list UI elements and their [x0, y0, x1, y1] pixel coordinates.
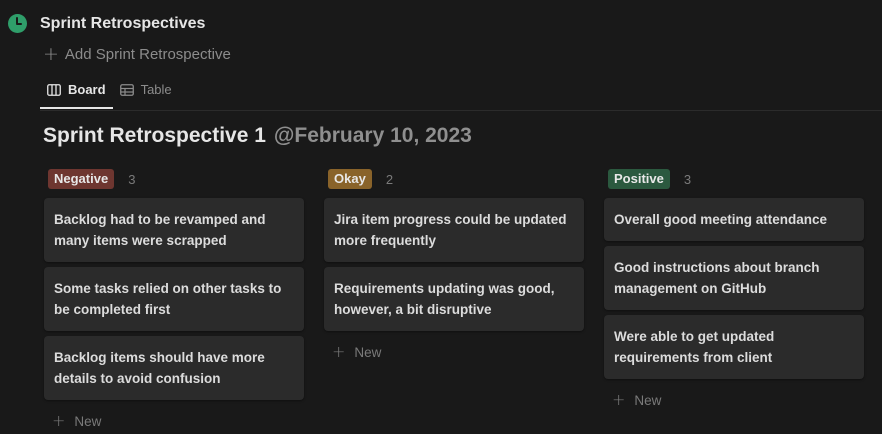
new-card-label: New [74, 413, 102, 429]
new-card-button[interactable]: + New [324, 336, 584, 368]
tabs-divider [40, 110, 882, 111]
plus-icon: + [52, 411, 66, 430]
column-header: Okay 2 [324, 168, 584, 190]
board-column-okay: Okay 2 Jira item progress could be updat… [324, 168, 584, 368]
card-count: 3 [683, 171, 692, 187]
board-card[interactable]: Backlog items should have more details t… [44, 336, 304, 400]
group-title: Sprint Retrospective 1 @February 10, 2023 [43, 124, 472, 148]
tab-board-label: Board [68, 82, 106, 97]
group-date[interactable]: @February 10, 2023 [274, 124, 472, 147]
board-column-positive: Positive 3 Overall good meeting attendan… [604, 168, 864, 416]
board-card[interactable]: Jira item progress could be updated more… [324, 198, 584, 262]
sprint-retrospectives-page: Sprint Retrospectives + Add Sprint Retro… [0, 0, 882, 434]
column-header: Positive 3 [604, 168, 864, 190]
board-icon [47, 83, 61, 96]
board-card[interactable]: Requirements updating was good, however,… [324, 267, 584, 331]
database-title[interactable]: Sprint Retrospectives [40, 15, 205, 33]
tab-table[interactable]: Table [113, 76, 179, 105]
status-tag[interactable]: Okay [328, 169, 372, 189]
table-icon [119, 83, 134, 96]
new-card-button[interactable]: + New [604, 384, 864, 416]
group-name: Sprint Retrospective 1 [43, 124, 266, 147]
board-card[interactable]: Good instructions about branch managemen… [604, 246, 864, 310]
status-tag[interactable]: Negative [48, 169, 115, 189]
tab-board[interactable]: Board [40, 76, 113, 109]
card-count: 3 [128, 171, 136, 187]
new-card-label: New [634, 392, 662, 408]
new-card-label: New [354, 344, 382, 360]
plus-icon: + [332, 342, 346, 361]
board-card[interactable]: Backlog had to be revamped and many item… [44, 198, 304, 262]
add-sprint-retrospective-label: Add Sprint Retrospective [64, 46, 231, 63]
column-header: Negative 3 [44, 168, 304, 190]
database-header: Sprint Retrospectives [8, 14, 205, 33]
board-card[interactable]: Some tasks relied on other tasks to be c… [44, 267, 304, 331]
plus-icon: + [612, 390, 626, 409]
plus-icon: + [43, 43, 59, 65]
card-count: 2 [385, 171, 394, 187]
tab-table-label: Table [140, 82, 172, 97]
board-card[interactable]: Overall good meeting attendance [604, 198, 864, 241]
view-tabs: Board Table [40, 76, 179, 109]
board-column-negative: Negative 3 Backlog had to be revamped an… [44, 168, 304, 434]
new-card-button[interactable]: + New [44, 405, 304, 434]
status-tag[interactable]: Positive [608, 169, 670, 189]
add-sprint-retrospective-button[interactable]: + Add Sprint Retrospective [43, 45, 231, 64]
clock-icon[interactable] [8, 14, 27, 33]
board-card[interactable]: Were able to get updated requirements fr… [604, 315, 864, 379]
